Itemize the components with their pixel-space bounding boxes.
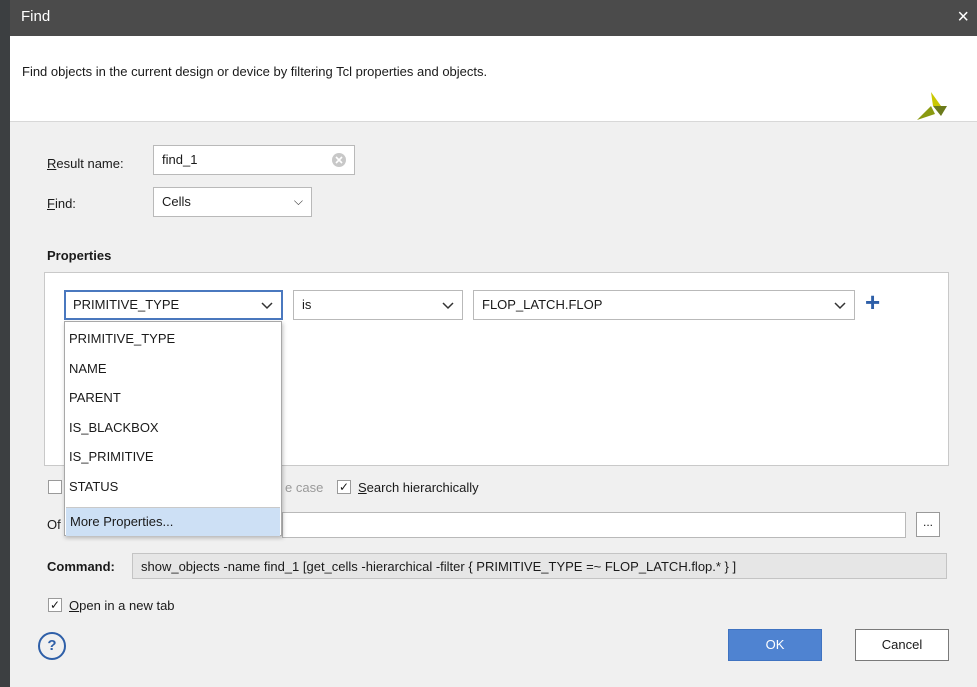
more-properties-item[interactable]: More Properties... — [66, 507, 280, 536]
xilinx-logo-icon — [917, 92, 947, 120]
help-icon[interactable]: ? — [38, 632, 66, 660]
chevron-down-icon — [834, 302, 846, 310]
match-case-label: e case — [285, 480, 324, 495]
search-hierarchically-checkbox[interactable]: ✓ — [337, 480, 351, 494]
clear-icon[interactable] — [332, 153, 346, 167]
chevron-down-icon: ⌵ — [293, 194, 303, 208]
browse-button[interactable]: ... — [916, 512, 940, 537]
add-filter-icon[interactable]: + — [865, 289, 880, 315]
search-hierarchically-label: Search hierarchically — [358, 480, 479, 495]
operator-select[interactable]: is — [293, 290, 463, 320]
match-case-checkbox[interactable] — [48, 480, 62, 494]
result-name-input[interactable]: find_1 — [153, 145, 355, 175]
title-bar: Find × — [10, 0, 977, 36]
window-title: Find — [21, 8, 51, 25]
of-objects-input[interactable] — [282, 512, 906, 538]
list-item[interactable]: PARENT — [69, 390, 121, 405]
find-type-select[interactable]: Cells ⌵ — [153, 187, 312, 217]
open-new-tab-checkbox[interactable]: ✓ — [48, 598, 62, 612]
find-label: Find: — [47, 196, 76, 211]
find-dialog: Find × Find objects in the current desig… — [10, 0, 977, 687]
open-new-tab-label: Open in a new tab — [69, 598, 175, 613]
list-item[interactable]: PRIMITIVE_TYPE — [69, 331, 175, 346]
list-item[interactable]: IS_PRIMITIVE — [69, 449, 154, 464]
cancel-button[interactable]: Cancel — [855, 629, 949, 661]
result-name-label: Result name: — [47, 156, 124, 171]
chevron-down-icon — [442, 302, 454, 310]
of-objects-label: Of — [47, 517, 61, 532]
close-icon[interactable]: × — [957, 6, 969, 29]
list-item[interactable]: STATUS — [69, 479, 118, 494]
command-field: show_objects -name find_1 [get_cells -hi… — [132, 553, 947, 579]
header-banner: Find objects in the current design or de… — [10, 36, 977, 122]
chevron-down-icon — [261, 302, 273, 310]
property-value-select[interactable]: FLOP_LATCH.FLOP — [473, 290, 855, 320]
list-item[interactable]: IS_BLACKBOX — [69, 420, 159, 435]
property-name-select[interactable]: PRIMITIVE_TYPE — [64, 290, 283, 320]
list-item[interactable]: NAME — [69, 361, 107, 376]
ok-button[interactable]: OK — [728, 629, 822, 661]
property-dropdown-list: PRIMITIVE_TYPE NAME PARENT IS_BLACKBOX I… — [64, 321, 282, 536]
dialog-description: Find objects in the current design or de… — [22, 64, 488, 79]
command-label: Command: — [47, 559, 115, 574]
properties-heading: Properties — [47, 248, 112, 263]
